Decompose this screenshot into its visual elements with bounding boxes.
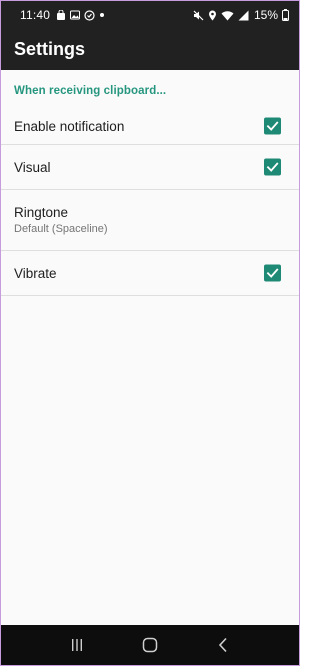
wifi-icon bbox=[221, 10, 234, 21]
enable-notification-checkbox[interactable] bbox=[264, 117, 281, 135]
battery-icon bbox=[282, 9, 289, 21]
navigation-bar bbox=[1, 625, 299, 665]
bag-icon bbox=[56, 10, 66, 20]
mute-icon bbox=[193, 10, 204, 21]
location-icon bbox=[208, 10, 217, 21]
status-notification-icons bbox=[56, 9, 105, 21]
pref-title: Ringtone bbox=[14, 205, 69, 220]
pref-title: Vibrate bbox=[14, 265, 57, 281]
visual-checkbox[interactable] bbox=[264, 158, 281, 176]
signal-icon bbox=[238, 10, 249, 21]
pref-visual[interactable]: Visual bbox=[1, 145, 299, 190]
home-icon[interactable] bbox=[135, 630, 165, 660]
page-title: Settings bbox=[14, 39, 86, 59]
pref-vibrate[interactable]: Vibrate bbox=[1, 251, 299, 296]
status-system-icons: 15% bbox=[193, 8, 289, 22]
settings-category-header: When receiving clipboard... bbox=[14, 85, 167, 97]
settings-list: When receiving clipboard... Enable notif… bbox=[1, 70, 299, 296]
pref-text: Visual bbox=[14, 160, 51, 175]
status-time: 11:40 bbox=[20, 8, 51, 22]
pref-title: Enable notification bbox=[14, 118, 125, 134]
pref-text: Enable notification bbox=[14, 119, 124, 134]
pref-title: Visual bbox=[14, 159, 51, 175]
status-bar: 11:40 15% bbox=[1, 1, 299, 29]
check-icon bbox=[266, 162, 279, 172]
vibrate-checkbox[interactable] bbox=[264, 264, 281, 282]
pref-text: Ringtone Default (Spaceline) bbox=[14, 205, 108, 235]
sync-icon bbox=[84, 9, 95, 21]
pref-enable-notification[interactable]: Enable notification bbox=[1, 108, 299, 145]
app-bar: Settings bbox=[1, 29, 299, 70]
pref-text: Vibrate bbox=[14, 266, 57, 281]
dot-icon bbox=[99, 12, 105, 18]
image-icon bbox=[70, 10, 81, 20]
pref-summary: Default (Spaceline) bbox=[14, 223, 108, 235]
back-icon[interactable] bbox=[208, 630, 238, 660]
pref-ringtone[interactable]: Ringtone Default (Spaceline) bbox=[1, 190, 299, 251]
phone-screen: 11:40 15% Settings When receiving clipbo… bbox=[0, 0, 300, 666]
check-icon bbox=[266, 121, 279, 131]
battery-percent: 15% bbox=[253, 8, 278, 22]
check-icon bbox=[266, 268, 279, 278]
recents-icon[interactable] bbox=[62, 630, 92, 660]
